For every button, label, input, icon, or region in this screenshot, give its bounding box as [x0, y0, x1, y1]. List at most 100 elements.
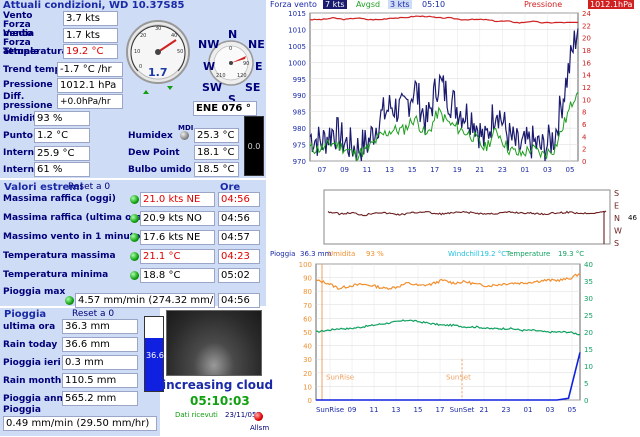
rain-rate-label: Pioggia — [3, 405, 41, 415]
y-left-tick-label: 70 — [303, 302, 312, 310]
x-tick-label: SunRise — [316, 406, 344, 414]
y-left-tick-label: 1005 — [288, 43, 306, 51]
compass-dir-se: SE — [245, 81, 261, 94]
umidita-value: 93 % — [34, 111, 90, 126]
y-right-tick-label: 6 — [582, 121, 587, 129]
x-tick-label: 21 — [475, 166, 484, 174]
y-right-tick-label: 10 — [582, 96, 591, 104]
bulbo-umido-label: Bulbo umido — [128, 165, 192, 175]
direction-tick-label: S — [614, 189, 619, 198]
y-right-tick-label: 40 — [584, 261, 593, 269]
diff-pressione-label: Diff. pressione — [3, 92, 53, 111]
y-left-tick-label: 40 — [303, 343, 312, 351]
y-left-tick-label: 1010 — [288, 26, 306, 34]
y-right-tick-label: 20 — [584, 329, 593, 337]
y-right-tick-label: 2 — [582, 146, 586, 154]
y-left-tick-label: 975 — [293, 142, 306, 150]
plot-area — [323, 189, 611, 245]
y-right-tick-label: 5 — [584, 380, 588, 388]
x-tick-label: 05 — [566, 166, 575, 174]
compass-dir-w: W — [203, 60, 216, 73]
compass-dir-e: E — [255, 60, 263, 73]
x-tick-label: 17 — [430, 166, 439, 174]
y-right-tick-label: 12 — [582, 84, 591, 92]
rain-row-label: Rain month — [3, 376, 62, 386]
compass-dir-n: N — [228, 28, 238, 41]
y-right-tick-label: 22 — [582, 22, 591, 30]
x-tick-label: 03 — [546, 406, 555, 414]
rain-row-label: Pioggia ieri — [3, 358, 61, 368]
y-right-tick-label: 16 — [582, 59, 591, 67]
compass-dir-nw: NW — [198, 38, 220, 51]
top-chart-legend: Forza vento 7 kts Avgsd 3 kts 05:10 Pres… — [268, 0, 640, 9]
y-left-tick-label: 60 — [303, 315, 312, 323]
compass-dir-ne: NE — [248, 38, 265, 51]
extreme-row-time: 04:57 — [218, 230, 260, 245]
rain-row-value: 36.6 mm — [62, 337, 138, 352]
x-tick-label: 09 — [340, 166, 349, 174]
x-tick-label: 23 — [498, 166, 507, 174]
legend-avg-value: 3 kts — [388, 0, 412, 9]
y-left-tick-label: 10 — [303, 383, 312, 391]
extremes-reset-button[interactable]: Reset a 0 — [68, 182, 110, 192]
extreme-row-label: Pioggia max — [3, 287, 66, 297]
humidex-label: Humidex — [128, 131, 173, 141]
y-left-tick-label: 20 — [303, 370, 312, 378]
legend-press-label: Pressione — [524, 0, 563, 9]
x-tick-label: 05 — [568, 406, 577, 414]
gauge-tick-0: 0 — [139, 64, 142, 70]
extreme-row-indicator — [65, 296, 74, 305]
rain-row-label: Pioggia anno — [3, 394, 70, 404]
extreme-row-indicator — [130, 271, 139, 280]
bottom-chart-legend: Pioggia 36.3 mm Umidita 93 % Windchill 1… — [268, 250, 640, 260]
interna-temp-value: 25.9 °C — [34, 146, 90, 161]
direction-tick-label: S — [614, 239, 619, 248]
vento-attuale-value: 1.7 kts — [63, 28, 118, 43]
rain-gauge-fill — [145, 337, 163, 391]
webcam-image — [166, 310, 262, 376]
dati-ricevuti-label: Dati ricevuti — [175, 411, 218, 419]
y-left-tick-label: 1000 — [288, 59, 306, 67]
legend-windchill-label: Windchill — [448, 250, 480, 258]
legend-press-value: 1012.1hPa — [588, 0, 635, 9]
y-right-tick-label: 10 — [584, 363, 593, 371]
direction-value: 46 — [628, 214, 637, 222]
x-tick-label: 11 — [370, 406, 379, 414]
y-left-tick-label: 995 — [293, 76, 306, 84]
extreme-row-indicator — [130, 252, 139, 261]
y-right-tick-label: 30 — [584, 295, 593, 303]
rain-reset-button[interactable]: Reset a 0 — [72, 309, 114, 319]
rain-rate-value: 0.49 mm/min (29.50 mm/hr) — [3, 416, 157, 431]
rain-title: Pioggia — [4, 309, 47, 320]
gauge-down-icon — [143, 90, 149, 94]
y-right-tick-label: 0 — [584, 397, 588, 405]
x-tick-label: 23 — [502, 406, 511, 414]
y-right-tick-label: 15 — [584, 346, 593, 354]
y-right-tick-label: 24 — [582, 10, 591, 18]
y-right-tick-label: 0 — [582, 158, 586, 166]
sunrise-label: SunRise — [326, 374, 354, 382]
y-left-tick-label: 0 — [308, 397, 312, 405]
gauge-tick-10: 10 — [134, 49, 140, 55]
diff-pressione-value: +0.0hPa/hr — [57, 94, 123, 109]
trend-temp-value: -1.7 °C /hr — [57, 62, 123, 77]
extreme-row-time: 04:56 — [218, 293, 260, 308]
mdi-indicator — [180, 131, 189, 140]
extreme-row-value: 17.6 kts NE — [140, 230, 215, 245]
alarm-indicator[interactable] — [254, 412, 263, 421]
x-tick-label: 11 — [363, 166, 372, 174]
x-tick-label: SunSet — [450, 406, 475, 414]
extreme-row-value: 21.0 kts NE — [140, 192, 215, 207]
y-right-tick-label: 8 — [582, 109, 586, 117]
gauge-tick-30: 30 — [155, 26, 161, 32]
y-left-tick-label: 100 — [299, 261, 312, 269]
compass-tick-b: 90 — [243, 61, 249, 67]
legend-pioggia-value: 36.3 mm — [300, 250, 332, 258]
y-right-tick-label: 18 — [582, 47, 591, 55]
wind-speed-gauge: 0 10 20 30 40 50 1.7 — [126, 20, 190, 94]
y-right-tick-label: 25 — [584, 312, 593, 320]
rain-row-value: 36.3 mm — [62, 319, 138, 334]
direction-tick-label: N — [614, 214, 620, 223]
legend-umid-value: 93 % — [366, 250, 384, 258]
compass-dir-sw: SW — [202, 81, 223, 94]
